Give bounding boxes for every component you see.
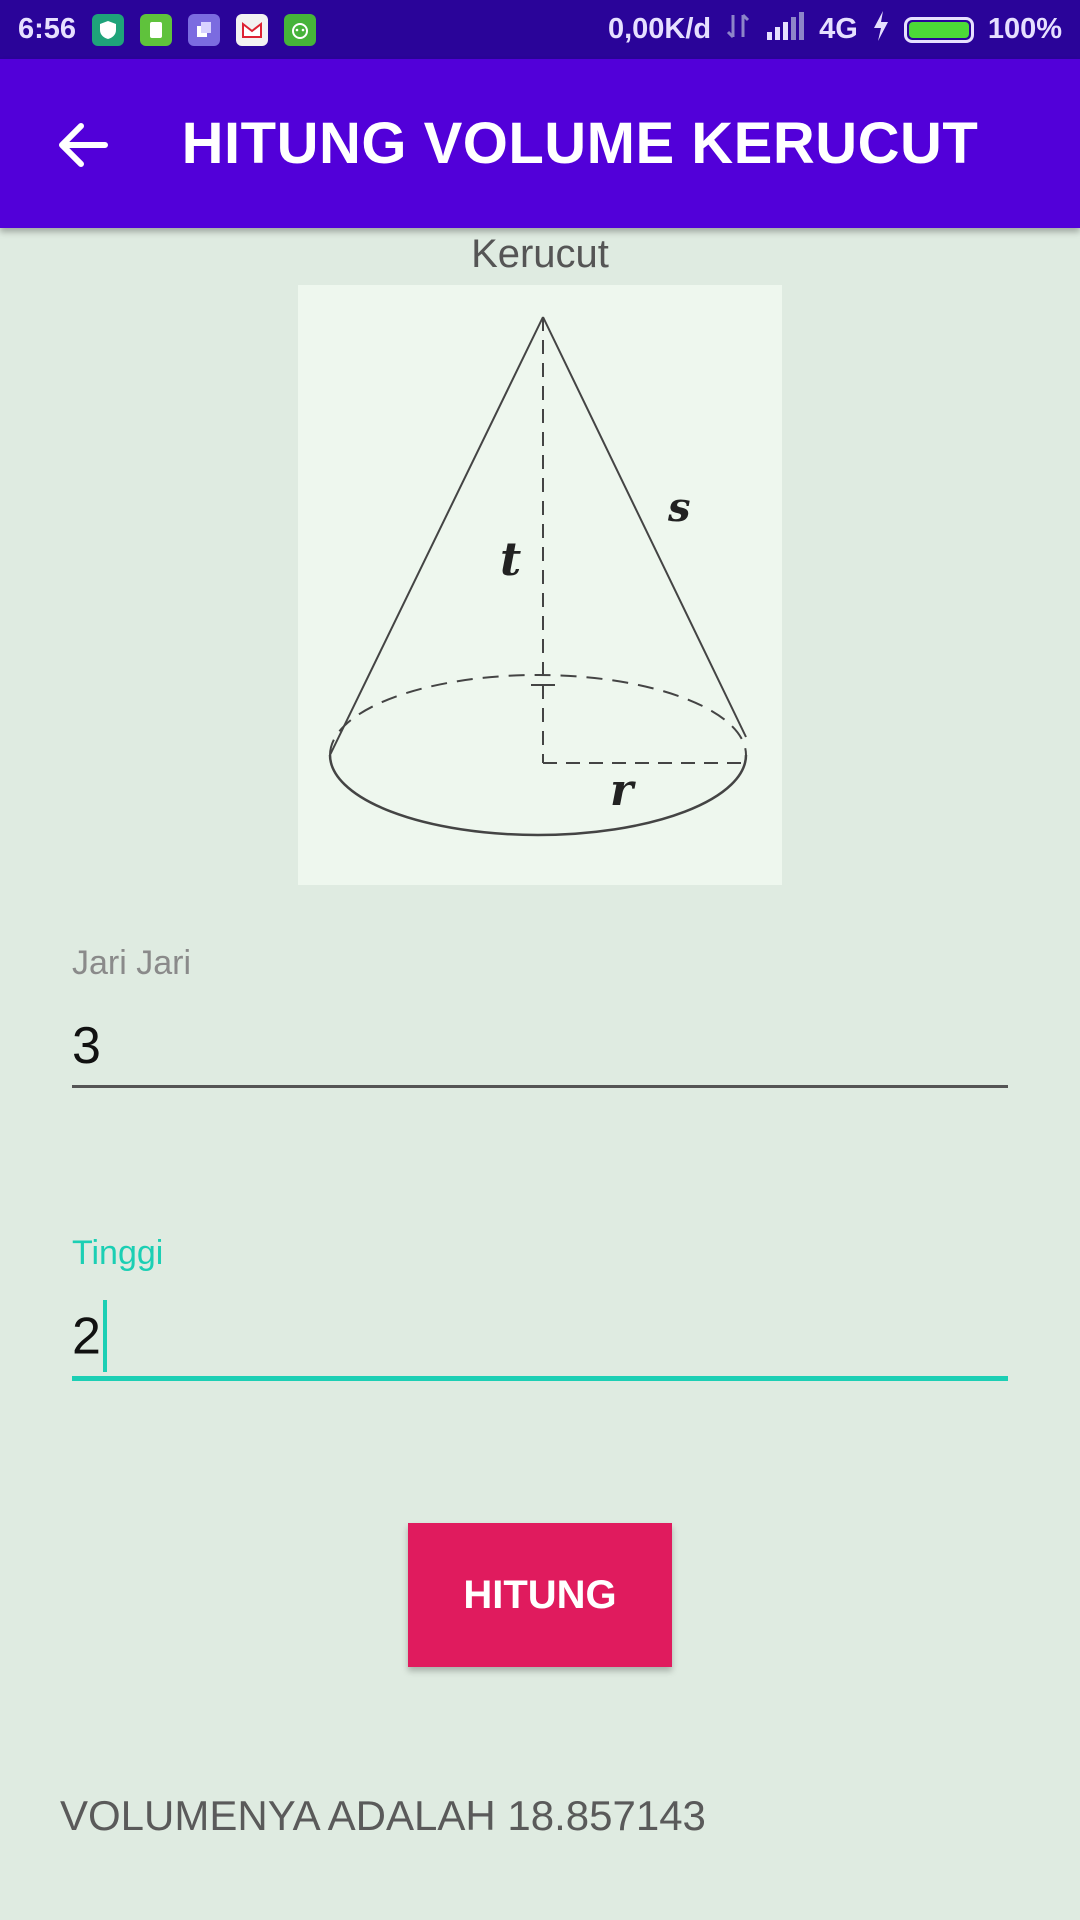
cone-base-back xyxy=(329,674,747,756)
cone-diagram: s t r xyxy=(298,285,782,885)
status-time: 6:56 xyxy=(18,13,77,45)
height-input-value: 2 xyxy=(72,1307,101,1366)
battery-percent: 100% xyxy=(987,13,1062,45)
status-bar: 6:56 0,00K/d 4G 100% xyxy=(0,0,1080,59)
shield-app-icon xyxy=(92,13,125,46)
height-label: t xyxy=(500,532,521,586)
network-speed: 0,00K/d xyxy=(607,13,712,45)
radius-input[interactable]: 3 xyxy=(72,1016,101,1076)
slant-label: s xyxy=(667,484,691,531)
app-title: HITUNG VOLUME KERUCUT xyxy=(181,111,979,176)
signal-icon xyxy=(765,11,805,48)
network-type: 4G xyxy=(819,13,858,45)
radius-input-underline xyxy=(72,1085,1008,1088)
android-app-icon xyxy=(284,13,317,46)
battery-fill xyxy=(908,21,969,38)
files-app-icon xyxy=(188,13,221,46)
battery-icon xyxy=(903,16,974,43)
height-field-label: Tinggi xyxy=(72,1234,164,1272)
height-input-underline xyxy=(72,1376,1008,1381)
text-cursor xyxy=(102,1300,107,1372)
cone-base-front xyxy=(328,754,748,837)
charging-bolt-icon xyxy=(872,10,890,49)
hitung-button[interactable]: HITUNG xyxy=(408,1523,672,1667)
app-bar: HITUNG VOLUME KERUCUT xyxy=(0,59,1080,228)
figure-caption: Kerucut xyxy=(471,232,609,276)
cone-right-side xyxy=(542,316,747,738)
result-text: VOLUMENYA ADALAH 18.857143 xyxy=(60,1792,706,1839)
gmail-icon xyxy=(236,13,269,46)
data-transfer-icon xyxy=(725,11,751,49)
height-input[interactable]: 2 xyxy=(72,1300,107,1376)
clipboard-app-icon xyxy=(140,13,173,46)
radius-label: r xyxy=(610,765,636,816)
radius-field-label: Jari Jari xyxy=(72,944,192,982)
